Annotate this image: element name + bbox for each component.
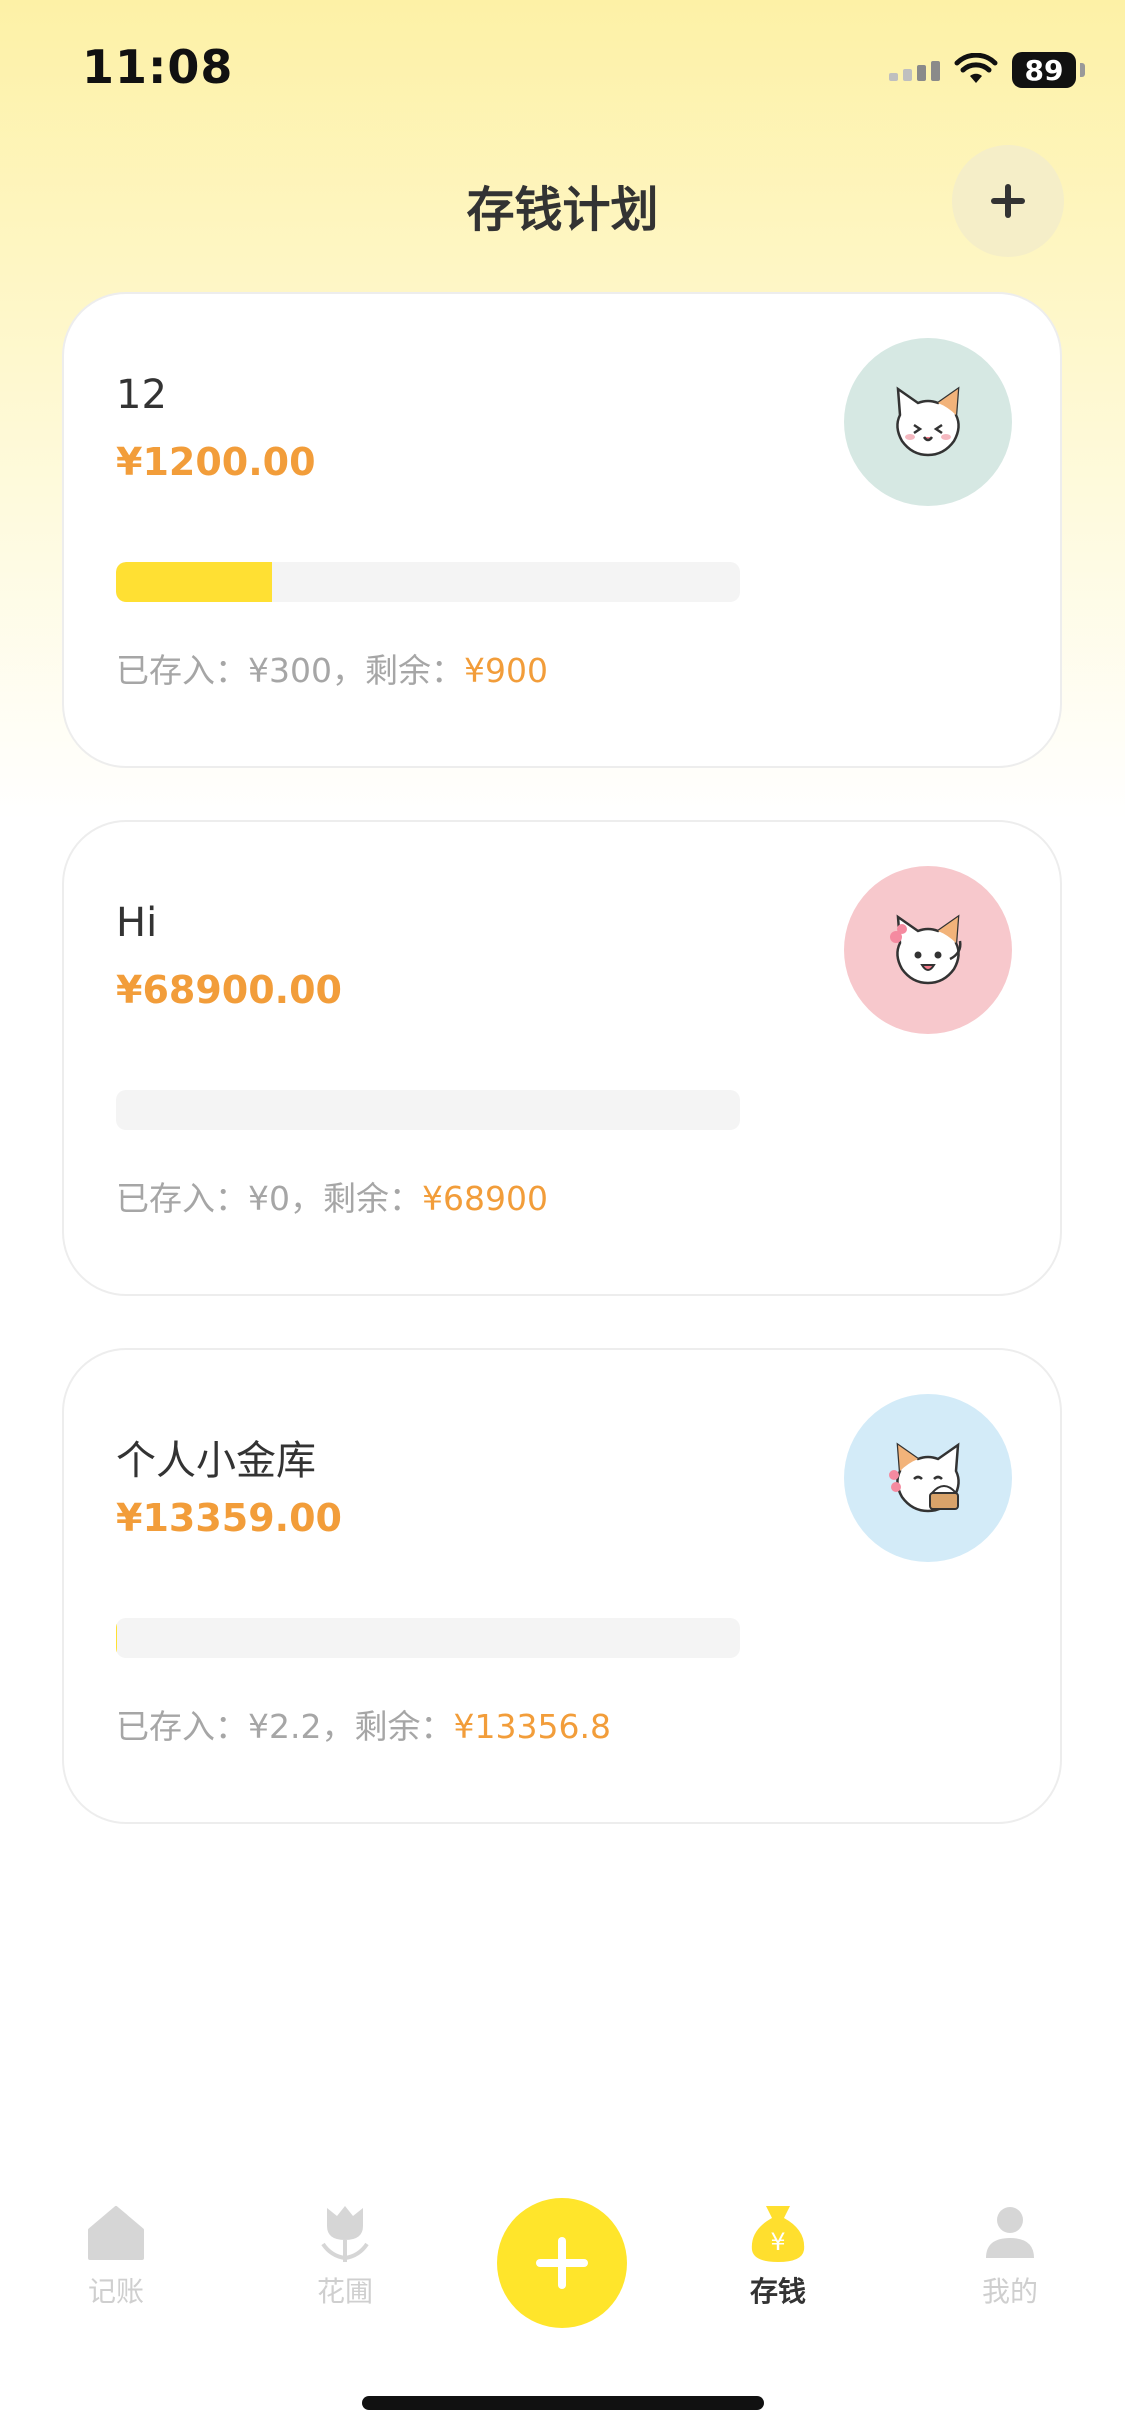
saved-amount: ¥2.2 (248, 1707, 322, 1746)
add-record-button[interactable] (497, 2198, 627, 2328)
plan-card[interactable]: 12 ¥1200.00 已存入：¥300，剩余：¥900 (62, 292, 1062, 768)
plan-target-amount: ¥68900.00 (116, 968, 342, 1012)
plan-summary: 已存入：¥300，剩余：¥900 (116, 644, 548, 692)
battery-tip (1080, 63, 1085, 77)
plan-card[interactable]: Hi ¥68900.00 已存入：¥0，剩余：¥68900 (62, 820, 1062, 1296)
plan-target-amount: ¥1200.00 (116, 440, 316, 484)
tab-garden[interactable]: 花圃 (265, 2200, 425, 2310)
svg-text:¥: ¥ (770, 2228, 785, 2256)
user-icon (986, 2207, 1034, 2258)
remain-amount: ¥68900 (422, 1179, 548, 1218)
saved-amount: ¥300 (248, 651, 332, 690)
remain-label: 剩余： (323, 1179, 422, 1218)
tab-label: 存钱 (749, 2275, 806, 2308)
plan-progress-bar (116, 562, 740, 602)
saved-amount: ¥0 (248, 1179, 290, 1218)
plan-progress-bar (116, 1618, 740, 1658)
separator: ， (321, 1707, 355, 1746)
saved-label: 已存入： (116, 1179, 248, 1218)
plan-progress-bar (116, 1090, 740, 1130)
tab-label: 我的 (981, 2275, 1038, 2308)
plan-card[interactable]: 个人小金库 ¥13359.00 已存入：¥2.2，剩余：¥13356.8 (62, 1348, 1062, 1824)
plan-target-amount: ¥13359.00 (116, 1496, 342, 1540)
cat-avatar (844, 1394, 1012, 1562)
cat-icon (896, 386, 960, 457)
remain-amount: ¥900 (463, 651, 548, 690)
cat-avatar (844, 338, 1012, 506)
separator: ， (331, 651, 365, 690)
plus-icon (536, 2237, 588, 2289)
plan-name: Hi (116, 900, 158, 946)
tab-label: 花圃 (316, 2275, 373, 2308)
money-bag-icon: ¥ (751, 2206, 805, 2262)
tulip-icon (321, 2206, 369, 2262)
plan-summary: 已存入：¥0，剩余：¥68900 (116, 1172, 548, 1220)
home-icon (88, 2206, 144, 2260)
add-plan-button[interactable] (952, 145, 1064, 257)
plus-icon (991, 184, 1025, 218)
cat-basket-icon (889, 1442, 960, 1513)
tab-profile[interactable]: 我的 (930, 2200, 1090, 2310)
plan-summary: 已存入：¥2.2，剩余：¥13356.8 (116, 1700, 611, 1748)
separator: ， (290, 1179, 323, 1218)
plan-name: 12 (116, 372, 167, 418)
remain-label: 剩余： (354, 1707, 454, 1746)
wifi-icon (954, 53, 998, 83)
saved-label: 已存入： (116, 1707, 248, 1746)
status-indicators: 89 (889, 48, 1085, 92)
battery-indicator: 89 (1012, 52, 1076, 88)
saved-label: 已存入： (116, 651, 248, 690)
plan-name: 个人小金库 (116, 1438, 316, 1484)
tab-label: 记账 (87, 2275, 144, 2308)
cellular-signal-icon (889, 59, 940, 81)
status-time: 11:08 (82, 40, 234, 94)
remain-amount: ¥13356.8 (453, 1707, 611, 1746)
tab-savings[interactable]: ¥ 存钱 (698, 2200, 858, 2310)
tab-bookkeeping[interactable]: 记账 (36, 2200, 196, 2310)
cat-avatar (844, 866, 1012, 1034)
plan-progress-fill (116, 562, 272, 602)
remain-label: 剩余： (364, 651, 464, 690)
cat-waving-icon (890, 914, 962, 985)
home-indicator (362, 2396, 764, 2410)
